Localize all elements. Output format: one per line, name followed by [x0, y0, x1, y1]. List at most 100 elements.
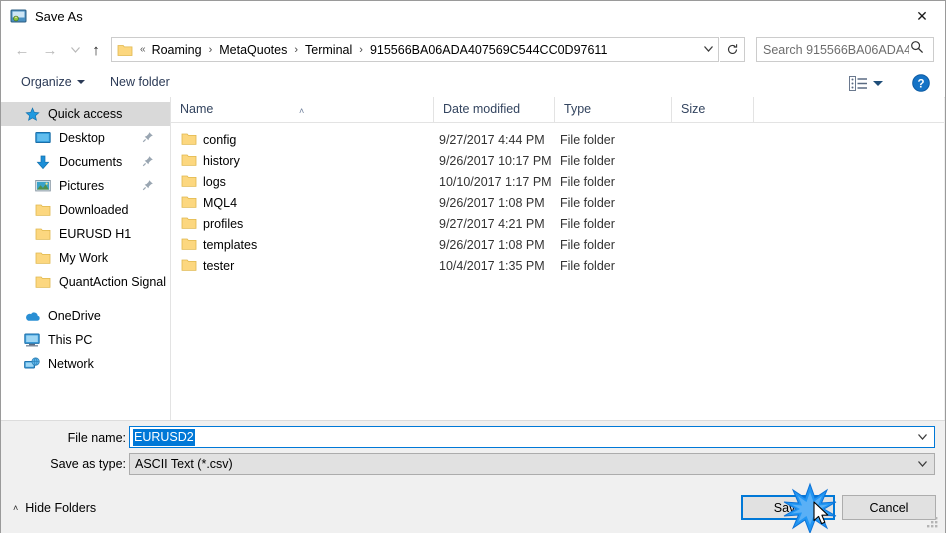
save-button[interactable]: Save [741, 495, 835, 520]
chevron-down-icon[interactable] [918, 459, 927, 470]
sidebar-item-label: QuantAction Signal [59, 275, 167, 289]
navigation-pane[interactable]: Quick access Desktop Documents Pictures … [1, 97, 171, 420]
file-type: File folder [560, 238, 615, 252]
table-row[interactable]: profiles 9/27/2017 4:21 PM File folder [171, 214, 944, 234]
breadcrumb-item-terminal[interactable]: Terminal [302, 42, 355, 58]
folder-icon [181, 258, 197, 272]
table-row[interactable]: logs 10/10/2017 1:17 PM File folder [171, 172, 944, 192]
chevron-down-icon[interactable] [918, 432, 927, 443]
sidebar-item-onedrive[interactable]: OneDrive [1, 304, 170, 328]
documents-icon [34, 154, 52, 170]
file-name: templates [203, 238, 258, 252]
save-as-type-value: ASCII Text (*.csv) [135, 457, 233, 471]
save-as-type-label: Save as type: [50, 457, 126, 471]
folder-icon [181, 195, 197, 209]
table-row[interactable]: templates 9/26/2017 1:08 PM File folder [171, 235, 944, 255]
sidebar-item-quantaction-signal[interactable]: QuantAction Signal [1, 270, 170, 294]
breadcrumb-item-metaquotes[interactable]: MetaQuotes [216, 42, 290, 58]
command-bar: Organize New folder ? [1, 68, 945, 98]
column-header-label: Name [180, 102, 214, 116]
sidebar-item-label: Documents [59, 155, 123, 169]
sidebar-item-documents[interactable]: Documents [1, 150, 170, 174]
network-icon [23, 356, 41, 372]
save-as-type-select[interactable]: ASCII Text (*.csv) [129, 453, 935, 475]
file-date: 9/26/2017 1:08 PM [439, 238, 545, 252]
pin-icon[interactable] [142, 155, 154, 167]
list-view-icon[interactable] [849, 76, 868, 96]
sidebar-item-desktop[interactable]: Desktop [1, 126, 170, 150]
thispc-icon [23, 332, 41, 348]
sidebar-item-label: Downloaded [59, 203, 129, 217]
column-header-date-modified[interactable]: Date modified [434, 97, 555, 122]
window-title: Save As [35, 9, 83, 24]
recent-locations-icon[interactable] [64, 39, 86, 61]
pin-icon[interactable] [142, 131, 154, 143]
column-header-size[interactable]: Size [672, 97, 754, 122]
folder-icon [181, 153, 197, 167]
column-header-name[interactable]: Name ˄ [171, 97, 434, 122]
sidebar-item-downloaded[interactable]: Downloaded [1, 198, 170, 222]
folder-icon [117, 43, 133, 57]
refresh-icon[interactable] [720, 37, 745, 62]
column-header-type[interactable]: Type [555, 97, 672, 122]
sidebar-item-label: Pictures [59, 179, 105, 193]
sidebar-item-network[interactable]: Network [1, 352, 170, 376]
hide-folders-button[interactable]: ˄ Hide Folders [13, 501, 96, 515]
cancel-button[interactable]: Cancel [842, 495, 936, 520]
folder-icon [34, 202, 52, 218]
navigation-bar: ← → ↑ « Roaming › MetaQuotes › Terminal … [1, 32, 945, 68]
sidebar-item-quick-access[interactable]: Quick access [1, 102, 170, 126]
file-name: MQL4 [203, 196, 238, 210]
file-name-input[interactable]: EURUSD2 [129, 426, 935, 448]
resize-grip[interactable] [927, 516, 939, 528]
sidebar-item-my-work[interactable]: My Work [1, 246, 170, 270]
sidebar-item-label: Quick access [48, 107, 123, 121]
hide-folders-label: Hide Folders [25, 501, 97, 515]
chevron-down-icon[interactable] [77, 80, 85, 84]
breadcrumb-separator[interactable]: › [355, 44, 367, 56]
back-icon[interactable]: ← [11, 39, 33, 61]
onedrive-icon [23, 308, 41, 324]
table-row[interactable]: history 9/26/2017 10:17 PM File folder [171, 151, 944, 171]
table-row[interactable]: MQL4 9/26/2017 1:08 PM File folder [171, 193, 944, 213]
sidebar-item-eurusd-h1[interactable]: EURUSD H1 [1, 222, 170, 246]
help-icon[interactable]: ? [912, 74, 930, 97]
file-name: config [203, 133, 237, 147]
sidebar-item-this-pc[interactable]: This PC [1, 328, 170, 352]
file-date: 9/26/2017 10:17 PM [439, 154, 552, 168]
sidebar-item-pictures[interactable]: Pictures [1, 174, 170, 198]
file-type: File folder [560, 217, 615, 231]
star-icon [23, 106, 41, 122]
breadcrumb-separator[interactable]: › [290, 44, 302, 56]
file-name-label: File name: [67, 431, 126, 445]
new-folder-button[interactable]: New folder [104, 73, 176, 92]
title-bar: Save As ✕ [1, 1, 945, 33]
forward-icon[interactable]: → [39, 39, 61, 61]
file-list[interactable]: Name ˄ Date modified Type Size config 9/… [171, 97, 944, 420]
breadcrumb-separator[interactable]: › [205, 44, 217, 56]
pictures-icon [34, 178, 52, 194]
file-type: File folder [560, 259, 615, 273]
svg-text:?: ? [917, 78, 924, 90]
up-icon[interactable]: ↑ [85, 39, 107, 61]
chevron-down-icon[interactable] [873, 81, 883, 86]
organize-button[interactable]: Organize [15, 73, 78, 92]
address-bar[interactable]: « Roaming › MetaQuotes › Terminal › 9155… [111, 37, 719, 62]
breadcrumb-item-terminal-id[interactable]: 915566BA06ADA407569C544CC0D97611 [367, 42, 610, 58]
folder-icon [181, 237, 197, 251]
file-type: File folder [560, 133, 615, 147]
sidebar-divider [1, 294, 170, 304]
folder-icon [181, 216, 197, 230]
save-as-dialog: Save As ✕ ← → ↑ « Roaming › MetaQuotes ›… [0, 0, 946, 533]
column-headers: Name ˄ Date modified Type Size [171, 97, 944, 123]
table-row[interactable]: tester 10/4/2017 1:35 PM File folder [171, 256, 944, 276]
close-icon[interactable]: ✕ [899, 1, 945, 31]
pin-icon[interactable] [142, 179, 154, 191]
file-date: 9/27/2017 4:21 PM [439, 217, 545, 231]
table-row[interactable]: config 9/27/2017 4:44 PM File folder [171, 130, 944, 150]
chevron-down-icon[interactable] [698, 44, 718, 55]
search-icon[interactable] [910, 40, 924, 59]
desktop-icon [34, 130, 52, 146]
search-input[interactable]: Search 915566BA06ADA40756... [756, 37, 934, 62]
breadcrumb-item-roaming[interactable]: Roaming [149, 42, 205, 58]
